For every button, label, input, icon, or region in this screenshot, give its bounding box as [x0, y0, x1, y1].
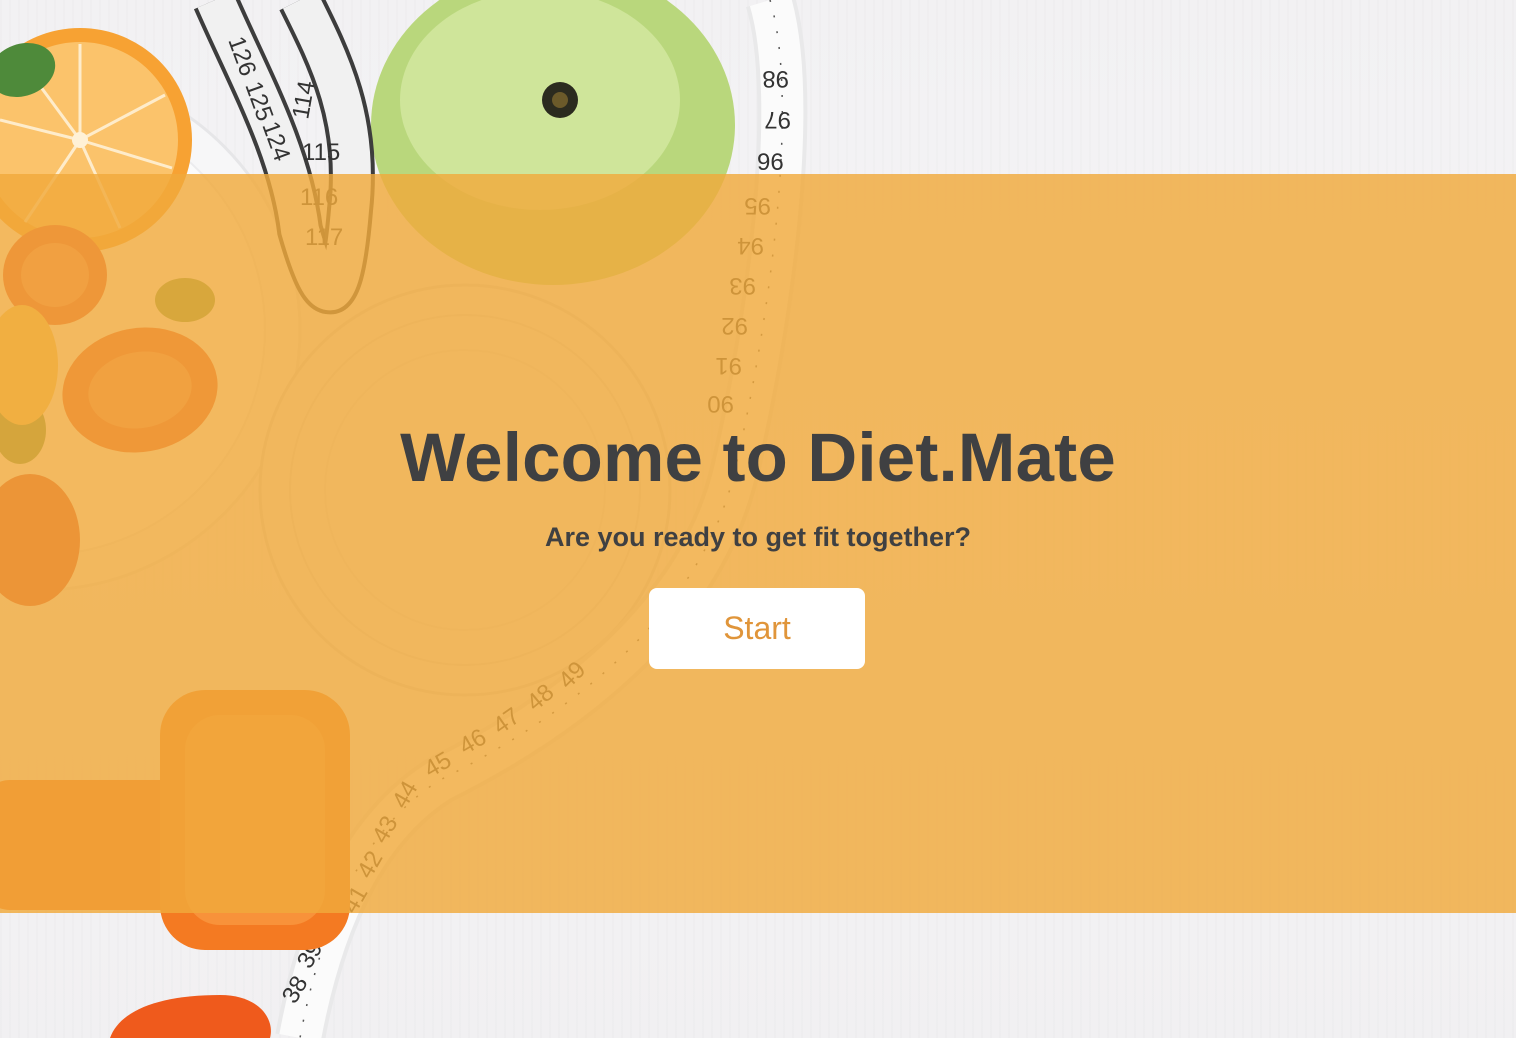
svg-text:96: 96 [757, 149, 784, 176]
page-subtitle: Are you ready to get fit together? [544, 522, 972, 552]
svg-text:115: 115 [302, 139, 340, 166]
svg-text:97: 97 [764, 106, 791, 133]
svg-text:114: 114 [287, 79, 320, 121]
start-button[interactable]: Start [649, 588, 865, 669]
svg-text:98: 98 [762, 65, 789, 92]
welcome-page: 126 125 124 114 115 116 117 98 97 96 95 … [0, 0, 1516, 1038]
page-title: Welcome to Diet.Mate [400, 419, 1116, 496]
